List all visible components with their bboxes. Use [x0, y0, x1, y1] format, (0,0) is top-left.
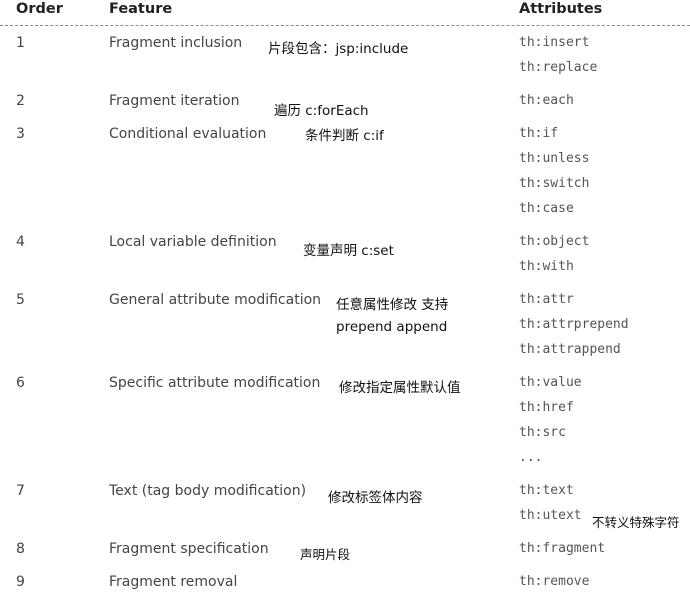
- attribute: th:attrprepend: [519, 317, 629, 332]
- header-divider: [0, 25, 690, 26]
- attribute: th:value: [519, 375, 582, 390]
- row-order: 1: [16, 35, 25, 51]
- attribute: th:unless: [519, 151, 590, 166]
- row-note: 遍历 c:forEach: [274, 103, 369, 119]
- row-order: 5: [16, 292, 25, 308]
- attribute: th:utext: [519, 508, 582, 523]
- attribute: th:with: [519, 259, 574, 274]
- row-attributes: th:value th:href th:src ...: [519, 374, 582, 474]
- attribute: th:fragment: [519, 541, 606, 556]
- row-order: 2: [16, 93, 25, 109]
- attribute: th:replace: [519, 60, 598, 75]
- row-attributes: th:object th:with: [519, 233, 589, 283]
- row-attributes: th:fragment: [519, 540, 605, 565]
- row-feature: Fragment inclusion: [109, 35, 243, 51]
- row-attributes: th:attr th:attrprepend th:attrappend: [519, 291, 629, 366]
- row-feature: Fragment iteration: [109, 93, 240, 109]
- header-attributes: Attributes: [519, 1, 603, 17]
- row-feature: Local variable definition: [109, 234, 277, 250]
- row-feature: Specific attribute modification: [109, 375, 321, 391]
- header-order: Order: [16, 1, 63, 17]
- row-order: 4: [16, 234, 25, 250]
- row-attributes: th:text th:utext: [519, 482, 582, 532]
- row-feature: Fragment removal: [109, 574, 238, 590]
- header-feature: Feature: [109, 1, 173, 17]
- row-attributes: th:each: [519, 92, 574, 117]
- row-feature: Conditional evaluation: [109, 126, 267, 142]
- attribute: th:src: [519, 425, 566, 440]
- row-order: 8: [16, 541, 25, 557]
- row-feature: Fragment specification: [109, 541, 269, 557]
- table-header: Order Feature Attributes: [0, 0, 690, 26]
- row-order: 9: [16, 574, 25, 590]
- attribute: th:attr: [519, 292, 574, 307]
- row-order: 7: [16, 483, 25, 499]
- row-order: 6: [16, 375, 25, 391]
- attribute-note: 不转义特殊字符: [592, 515, 680, 530]
- row-note: 声明片段: [300, 547, 351, 562]
- row-attributes: th:remove: [519, 573, 589, 598]
- attribute: th:text: [519, 483, 574, 498]
- attribute-ellipsis: ...: [519, 450, 543, 465]
- row-feature: Text (tag body modification): [109, 483, 307, 499]
- row-order: 3: [16, 126, 25, 142]
- row-note: 修改标签体内容: [328, 490, 423, 506]
- attribute: th:href: [519, 400, 574, 415]
- attribute: th:attrappend: [519, 342, 621, 357]
- attribute: th:switch: [519, 176, 590, 191]
- attribute: th:object: [519, 234, 590, 249]
- attribute: th:case: [519, 201, 574, 216]
- attribute: th:each: [519, 93, 574, 108]
- row-note: 修改指定属性默认值: [339, 380, 461, 396]
- row-feature: General attribute modification: [109, 292, 322, 308]
- row-attributes: th:if th:unless th:switch th:case: [519, 125, 589, 225]
- row-note: 任意属性修改 支持: [336, 297, 449, 313]
- row-note: 变量声明 c:set: [303, 243, 394, 259]
- row-note: 条件判断 c:if: [305, 128, 384, 144]
- attribute: th:insert: [519, 35, 590, 50]
- row-attributes: th:insert th:replace: [519, 34, 597, 84]
- row-note: 片段包含：jsp:include: [268, 41, 409, 57]
- attribute: th:if: [519, 126, 559, 141]
- attribute: th:remove: [519, 574, 590, 589]
- row-note-secondary: prepend append: [336, 319, 448, 335]
